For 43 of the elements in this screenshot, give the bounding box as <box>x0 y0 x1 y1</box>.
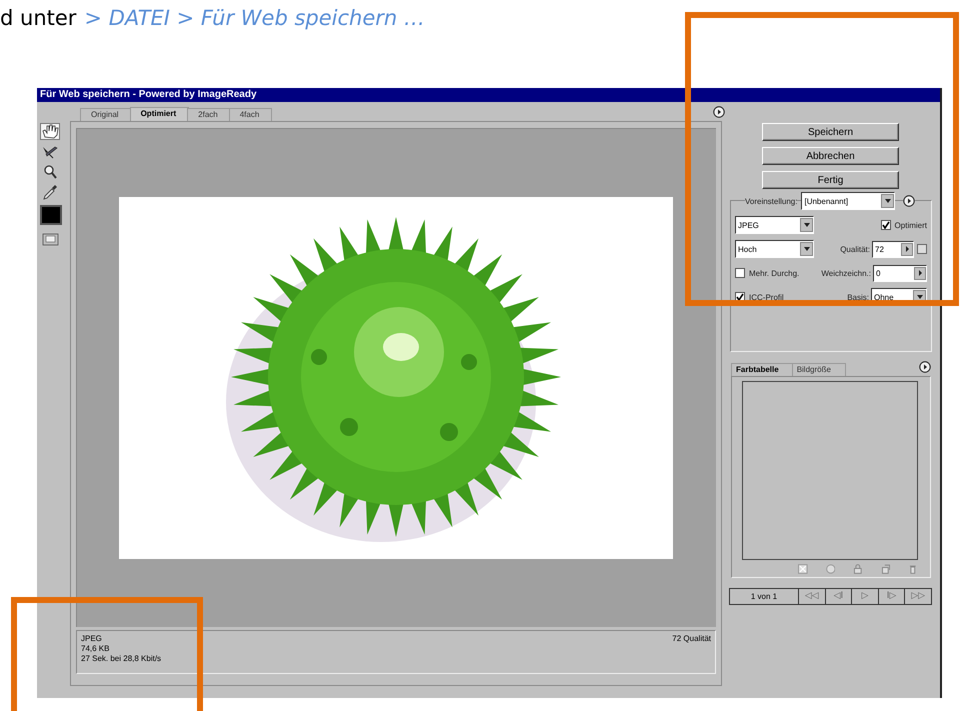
view-tab[interactable]: Original <box>80 108 132 121</box>
dialog-button[interactable]: Speichern <box>762 123 899 141</box>
caret-icon <box>800 218 813 232</box>
window-title: Für Web speichern - Powered by ImageReady <box>37 88 940 102</box>
arrow-icon <box>906 246 908 252</box>
dialog-button[interactable]: Abbrechen <box>762 147 899 165</box>
info-text: 74,6 KB <box>81 644 110 654</box>
blur-field[interactable]: 0 <box>873 264 927 282</box>
view-tab[interactable]: Optimiert <box>130 107 190 121</box>
checkbox-label: Mehr. Durchg. <box>749 268 800 278</box>
color-swatch[interactable] <box>40 205 62 225</box>
intro-text: d unter <box>0 6 76 30</box>
hand-tool[interactable] <box>40 123 60 140</box>
info-text: JPEG <box>81 634 103 644</box>
menu-arrow-icon[interactable] <box>903 195 916 207</box>
preset-dropdown[interactable]: [Unbenannt] <box>801 192 896 210</box>
quality-level-dropdown[interactable]: Hoch <box>735 240 814 258</box>
arrow-icon <box>918 270 922 276</box>
panel-tab[interactable]: Bildgröße <box>792 363 846 376</box>
square-icon <box>917 244 927 254</box>
view-tab[interactable]: 4fach <box>228 108 272 121</box>
view-tab[interactable]: 2fach <box>187 108 231 121</box>
quality-field[interactable]: 72 <box>872 240 914 258</box>
quality-info-text: 72 Qualität <box>672 634 711 645</box>
panel-tab[interactable]: Farbtabelle <box>731 363 794 376</box>
arrow-button[interactable] <box>901 242 913 256</box>
preset-label: Voreinstellung: <box>745 196 798 206</box>
lock-icon[interactable] <box>853 564 863 574</box>
menu-path-text: > DATEI > Für Web speichern … <box>84 6 425 30</box>
matte-label: Basis: <box>847 292 869 302</box>
info-text: 27 Sek. bei 28,8 Kbit/s <box>81 654 162 664</box>
format-dropdown[interactable]: JPEG <box>735 216 814 234</box>
dialog-button[interactable]: Fertig <box>762 171 899 189</box>
blur-label: Weichzeichn.: <box>821 268 871 278</box>
checkbox-label: ICC-Profil <box>749 292 784 302</box>
trash-icon[interactable] <box>908 564 918 574</box>
checkbox[interactable] <box>735 268 745 278</box>
caret-icon <box>800 242 813 256</box>
new-color-icon[interactable] <box>880 564 890 574</box>
checkbox-label: Optimiert <box>894 220 927 230</box>
arrow-button[interactable] <box>914 266 926 280</box>
quality-label: Qualität: <box>840 244 870 254</box>
checkbox[interactable] <box>880 220 891 230</box>
